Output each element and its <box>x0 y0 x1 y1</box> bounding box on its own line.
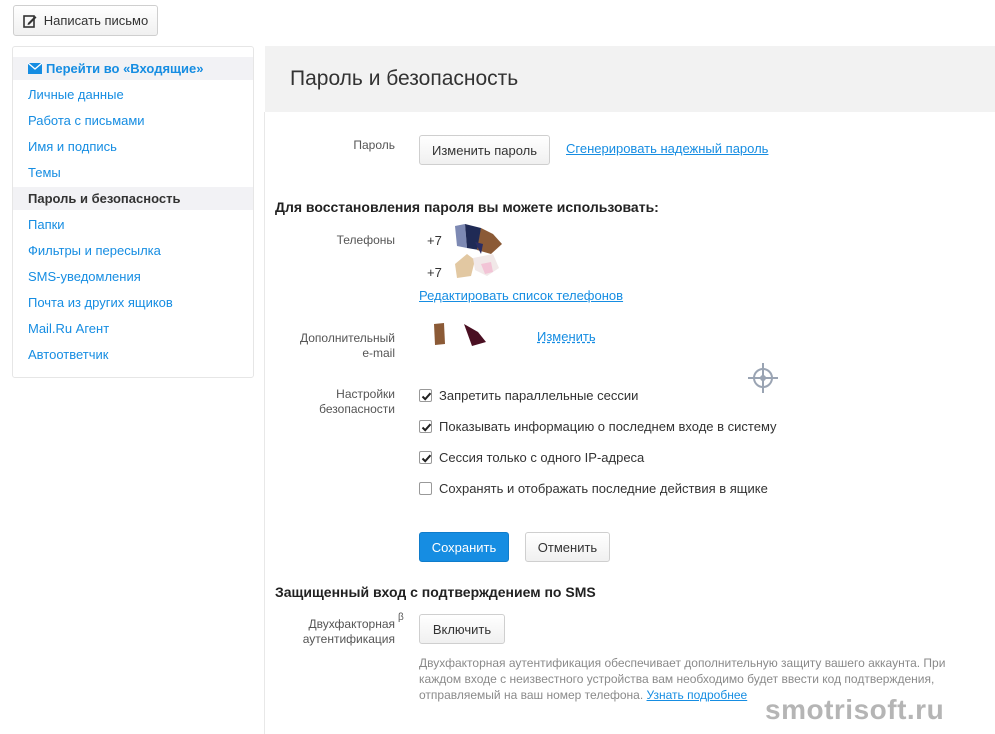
cancel-button[interactable]: Отменить <box>525 532 610 562</box>
extra-email-label: Дополнительный e-mail <box>280 331 395 361</box>
compose-button-label: Написать письмо <box>43 13 149 28</box>
checkbox-label: Сессия только с одного IP-адреса <box>439 450 645 465</box>
two-factor-label-line: аутентификация <box>302 632 395 646</box>
sidebar-item-mail-handling[interactable]: Работа с письмами <box>13 109 253 132</box>
learn-more-link[interactable]: Узнать подробнее <box>647 688 748 702</box>
sidebar-item-sms[interactable]: SMS-уведомления <box>13 265 253 288</box>
change-password-button[interactable]: Изменить пароль <box>419 135 550 165</box>
move-cursor-icon <box>748 363 778 393</box>
compose-button[interactable]: Написать письмо <box>13 5 158 36</box>
security-label: Настройки безопасности <box>300 387 395 417</box>
settings-sidebar: Перейти во «Входящие» Личные данные Рабо… <box>12 46 254 378</box>
security-label-line: безопасности <box>319 402 395 416</box>
sidebar-item-inbox[interactable]: Перейти во «Входящие» <box>13 57 253 80</box>
sidebar-item-agent[interactable]: Mail.Ru Агент <box>13 317 253 340</box>
checkbox-label: Запретить параллельные сессии <box>439 388 639 403</box>
password-label: Пароль <box>353 138 395 152</box>
page-header: Пароль и безопасность <box>265 46 995 112</box>
checkbox-parallel-sessions[interactable] <box>419 389 432 402</box>
phone-number: +7 <box>427 233 442 248</box>
checkbox-label: Сохранять и отображать последние действи… <box>439 481 768 496</box>
envelope-icon <box>27 58 43 74</box>
two-factor-label-line: Двухфакторная <box>308 617 395 631</box>
page-title: Пароль и безопасность <box>290 67 519 90</box>
edit-phones-link[interactable]: Редактировать список телефонов <box>419 288 623 303</box>
sidebar-item-filters[interactable]: Фильтры и пересылка <box>13 239 253 262</box>
compose-icon <box>22 14 37 28</box>
watermark: smotrisoft.ru <box>765 694 945 725</box>
checkbox-last-login-info[interactable] <box>419 420 432 433</box>
sidebar-item-name-signature[interactable]: Имя и подпись <box>13 135 253 158</box>
sidebar-item-personal-data[interactable]: Личные данные <box>13 83 253 106</box>
content-divider <box>264 112 265 734</box>
redaction-graphic <box>455 224 502 278</box>
sidebar-item-collector[interactable]: Почта из других ящиков <box>13 291 253 314</box>
sidebar-item-label: Перейти во «Входящие» <box>46 61 204 76</box>
beta-badge: β <box>398 612 404 623</box>
extra-email-label-line: Дополнительный <box>299 331 395 345</box>
two-factor-label: Двухфакторная аутентификация <box>280 617 395 647</box>
sidebar-item-folders[interactable]: Папки <box>13 213 253 236</box>
sidebar-item-password-security[interactable]: Пароль и безопасность <box>13 187 253 210</box>
enable-two-factor-button[interactable]: Включить <box>419 614 505 644</box>
extra-email-label-line: e-mail <box>362 346 395 360</box>
change-email-link[interactable]: Изменить <box>537 329 596 344</box>
checkbox-label: Показывать информацию о последнем входе … <box>439 419 777 434</box>
sidebar-item-themes[interactable]: Темы <box>13 161 253 184</box>
phone-number: +7 <box>427 265 442 280</box>
checkbox-single-ip[interactable] <box>419 451 432 464</box>
generate-password-link[interactable]: Сгенерировать надежный пароль <box>566 141 768 156</box>
security-label-line: Настройки <box>336 387 395 401</box>
two-factor-title: Защищенный вход с подтверждением по SMS <box>275 584 596 600</box>
recovery-title: Для восстановления пароля вы можете испо… <box>275 199 659 215</box>
phones-label: Телефоны <box>336 233 395 247</box>
save-button[interactable]: Сохранить <box>419 532 509 562</box>
sidebar-item-autoresponder[interactable]: Автоответчик <box>13 343 253 366</box>
checkbox-recent-actions[interactable] <box>419 482 432 495</box>
redaction-graphic <box>434 323 486 346</box>
